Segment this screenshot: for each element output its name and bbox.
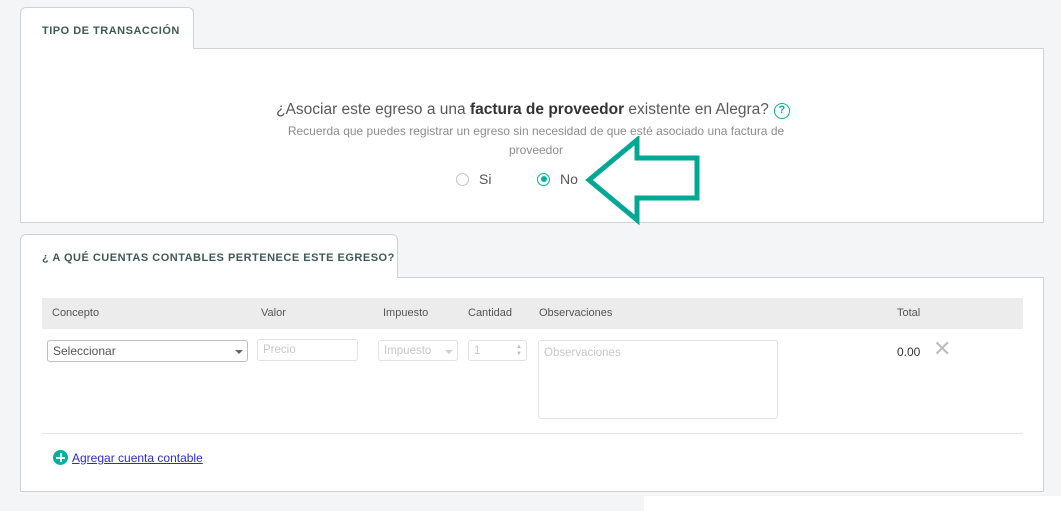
add-account-link[interactable]: Agregar cuenta contable — [53, 450, 203, 465]
divider — [42, 433, 1023, 434]
row-total: 0.00 — [897, 345, 921, 359]
col-concepto: Concepto — [52, 307, 100, 319]
accounts-panel: Concepto Valor Impuesto Cantidad Observa… — [20, 277, 1044, 492]
cantidad-input[interactable]: 1 ▲ ▼ — [468, 340, 527, 361]
col-valor: Valor — [261, 307, 286, 319]
radio-si-circle[interactable] — [456, 172, 469, 186]
tab-cuentas-contables[interactable]: ¿ A QUÉ CUENTAS CONTABLES PERTENECE ESTE… — [20, 234, 398, 278]
valor-placeholder: Precio — [263, 344, 296, 356]
col-total: Total — [897, 307, 921, 319]
radio-no[interactable]: No — [537, 171, 578, 187]
associate-hint: Recuerda que puedes registrar un egreso … — [287, 124, 785, 157]
impuesto-value: Impuesto — [384, 345, 432, 357]
col-observaciones: Observaciones — [539, 307, 613, 319]
concepto-value: Seleccionar — [53, 344, 116, 358]
tab-tipo-transaccion[interactable]: TIPO DE TRANSACCIÓN — [20, 7, 194, 49]
bottom-panel-edge — [644, 496, 1061, 511]
arrow-icon — [585, 136, 700, 226]
add-account-label[interactable]: Agregar cuenta contable — [72, 451, 203, 465]
observaciones-placeholder: Observaciones — [544, 347, 621, 359]
concepto-select[interactable]: Seleccionar — [47, 340, 248, 362]
radio-no-circle[interactable] — [537, 172, 550, 186]
chevron-down-icon — [445, 350, 453, 354]
impuesto-select[interactable]: Impuesto — [378, 340, 458, 361]
table-header: Concepto Valor Impuesto Cantidad Observa… — [42, 298, 1023, 329]
chevron-down-icon — [235, 350, 243, 354]
help-icon[interactable]: ? — [773, 103, 790, 119]
question-bold: factura de proveedor — [469, 101, 625, 118]
tab-cuentas-contables-label: ¿ A QUÉ CUENTAS CONTABLES PERTENECE ESTE… — [42, 252, 395, 264]
col-cantidad: Cantidad — [468, 307, 513, 319]
col-impuesto: Impuesto — [383, 307, 429, 319]
associate-question: ¿Asociar este egreso a una factura de pr… — [21, 101, 1045, 119]
spinner-icon[interactable]: ▲ ▼ — [516, 344, 522, 358]
close-icon[interactable]: ✕ — [933, 338, 951, 360]
valor-input[interactable]: Precio — [257, 339, 358, 361]
tab-tipo-transaccion-label: TIPO DE TRANSACCIÓN — [42, 25, 180, 37]
observaciones-textarea[interactable]: Observaciones — [538, 340, 778, 419]
cantidad-value: 1 — [474, 345, 481, 357]
radio-si-label: Si — [479, 171, 492, 187]
transaction-type-panel: ¿Asociar este egreso a una factura de pr… — [20, 48, 1044, 223]
radio-si[interactable]: Si — [456, 171, 491, 187]
plus-circle-icon[interactable] — [53, 450, 68, 465]
radio-no-label: No — [560, 171, 578, 187]
